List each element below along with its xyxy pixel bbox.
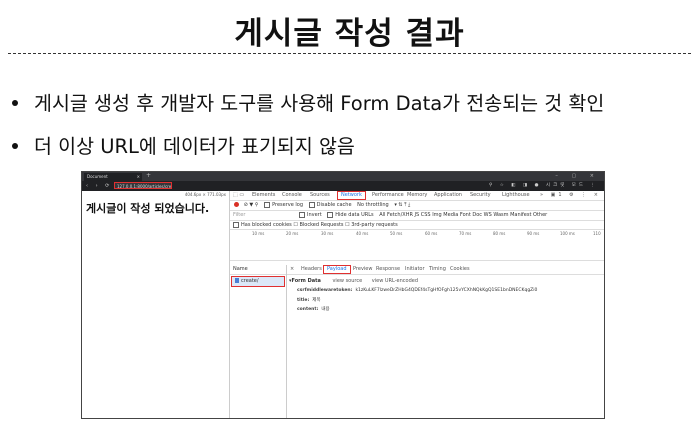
viewport-dimensions: 404.6px × 771.03px [184,192,226,197]
field-value: k1zKuLKF7lzweDrZHbG4QDEf4sTgHfOFgh125vYC… [355,288,538,293]
tab-timing[interactable]: Timing [429,266,446,273]
throttling-select[interactable]: No throttling [357,202,389,208]
network-toolbar: ⊘ ▼ ⚲ Preserve log Disable cache No thro… [230,201,604,211]
timeline-tick: 90 ms [527,231,540,236]
tab-console[interactable]: Console [282,192,302,199]
tab-memory[interactable]: Memory [407,192,427,199]
tab-performance[interactable]: Performance [372,192,404,199]
timeline-tick: 110 [593,231,601,236]
tab-initiator[interactable]: Initiator [405,266,425,273]
page-content: 404.6px × 771.03px 게시글이 작성 되었습니다. [82,191,229,418]
bullet-text: 게시글 생성 후 개발자 도구를 사용해 Form Data가 전송되는 것 확… [34,92,605,115]
title-divider [8,53,691,54]
name-column-header: Name [230,265,286,275]
invert-checkbox[interactable] [298,211,305,218]
bullet-2: 더 이상 URL에 데이터가 표기되지 않음 [12,130,355,159]
form-field-title: title: 제목 [297,297,321,303]
tab-application[interactable]: Application [434,192,462,199]
field-key: csrfmiddlewaretoken: [297,288,353,293]
navigation-buttons[interactable]: ‹ › ⟳ [86,182,112,190]
slide-title: 게시글 작성 결과 [234,16,465,52]
devtools-tab-bar: ⬚ ▭ Elements Console Sources Network Per… [230,191,604,201]
form-field-content: content: 내용 [297,306,330,312]
tab-cookies[interactable]: Cookies [450,266,470,273]
tab-elements[interactable]: Elements [252,192,275,199]
window-controls[interactable]: – ▢ × [555,172,600,180]
field-value: 제목 [312,298,321,303]
filter-row: Filter Invert Hide data URLs All Fetch/X… [230,211,604,221]
invert-label: Invert [306,212,322,218]
toolbar-icons[interactable]: ⚲ ☆ ◧ ◨ ● 시크릿 모드 ⋮ [489,182,598,190]
tab-network[interactable]: Network [337,191,366,200]
bullet-dot [12,142,18,149]
preserve-log-checkbox[interactable] [264,201,271,208]
devtools-panel: ⬚ ▭ Elements Console Sources Network Per… [229,191,604,418]
clear-icon[interactable]: ⊘ ▼ ⚲ [244,202,259,208]
document-icon [235,278,239,283]
tab-security[interactable]: Security [470,192,491,199]
page-heading: 게시글이 작성 되었습니다. [86,202,210,215]
disable-cache-checkbox[interactable] [308,201,315,208]
form-data-header: ▾Form Data view source view URL-encoded [289,278,426,284]
inspect-icon[interactable]: ⬚ ▭ [233,192,244,199]
tab-payload[interactable]: Payload [323,265,351,274]
network-extra-icons[interactable]: ▾ ⇅ ⤒ ⤓ [394,202,410,208]
timeline-tick: 50 ms [390,231,403,236]
tab-lighthouse[interactable]: Lighthouse [502,192,530,199]
timeline-tick: 60 ms [425,231,438,236]
preserve-log-label: Preserve log [272,202,304,208]
form-field-csrf: csrfmiddlewaretoken: k1zKuLKF7lzweDrZHbG4… [297,288,537,293]
filter-input[interactable]: Filter [233,212,245,218]
timeline-tick: 30 ms [321,231,334,236]
timeline-tick: 70 ms [459,231,472,236]
devtools-right-icons[interactable]: » ▣1 ⚙ ⋮ × [540,192,601,199]
request-row-create[interactable]: create/ [231,276,285,287]
tab-close-icon[interactable]: × [137,173,140,181]
tab-sources[interactable]: Sources [310,192,330,199]
url-input[interactable]: 127.0.0.1:8000/articles/create/ [114,182,172,189]
timeline-tick: 20 ms [286,231,299,236]
field-value: 내용 [321,307,330,312]
request-pane: Name create/ × Headers Payload Preview R… [230,265,604,418]
details-tab-bar: × Headers Payload Preview Response Initi… [287,265,604,275]
timeline-tick: 80 ms [493,231,506,236]
network-timeline: 10 ms 20 ms 30 ms 40 ms 50 ms 60 ms 70 m… [230,230,604,261]
timeline-tick: 40 ms [356,231,369,236]
record-icon[interactable] [234,202,239,207]
timeline-tick: 100 ms [560,231,575,236]
view-url-encoded-link[interactable]: view URL-encoded [372,278,418,284]
request-list: Name create/ [230,265,287,418]
cookie-filter-row: Has blocked cookies ☐ Blocked Requests ☐… [230,221,604,230]
tab-response[interactable]: Response [376,266,400,273]
blocked-cookies-checkbox[interactable] [233,221,239,228]
field-key: title: [297,298,310,303]
bullet-dot [12,99,18,106]
bullet-1: 게시글 생성 후 개발자 도구를 사용해 Form Data가 전송되는 것 확… [12,87,604,116]
disable-cache-label: Disable cache [316,202,352,208]
form-data-label[interactable]: ▾Form Data [289,278,321,284]
tab-title: Document [87,174,108,179]
browser-tab-bar: Document × + – ▢ × [82,172,604,181]
request-details: × Headers Payload Preview Response Initi… [287,265,604,418]
new-tab-button[interactable]: + [146,172,151,180]
close-details-icon[interactable]: × [290,266,294,273]
browser-screenshot: Document × + – ▢ × ‹ › ⟳ 127.0.0.1:8000/a… [81,171,605,419]
timeline-tick: 10 ms [252,231,265,236]
hide-data-urls-label: Hide data URLs [335,212,374,218]
tab-preview[interactable]: Preview [353,266,372,273]
request-name: create/ [241,278,259,284]
browser-tab[interactable]: Document × [84,173,142,181]
tab-headers[interactable]: Headers [301,266,322,273]
hide-data-urls-checkbox[interactable] [327,211,334,218]
view-source-link[interactable]: view source [332,278,362,284]
field-key: content: [297,307,319,312]
cookie-filter-label: Has blocked cookies ☐ Blocked Requests ☐… [241,222,398,228]
address-bar-row: ‹ › ⟳ 127.0.0.1:8000/articles/create/ ⚲ … [82,181,604,191]
bullet-text: 더 이상 URL에 데이터가 표기되지 않음 [34,135,355,158]
resource-type-filters[interactable]: All Fetch/XHR JS CSS Img Media Font Doc … [379,212,547,218]
